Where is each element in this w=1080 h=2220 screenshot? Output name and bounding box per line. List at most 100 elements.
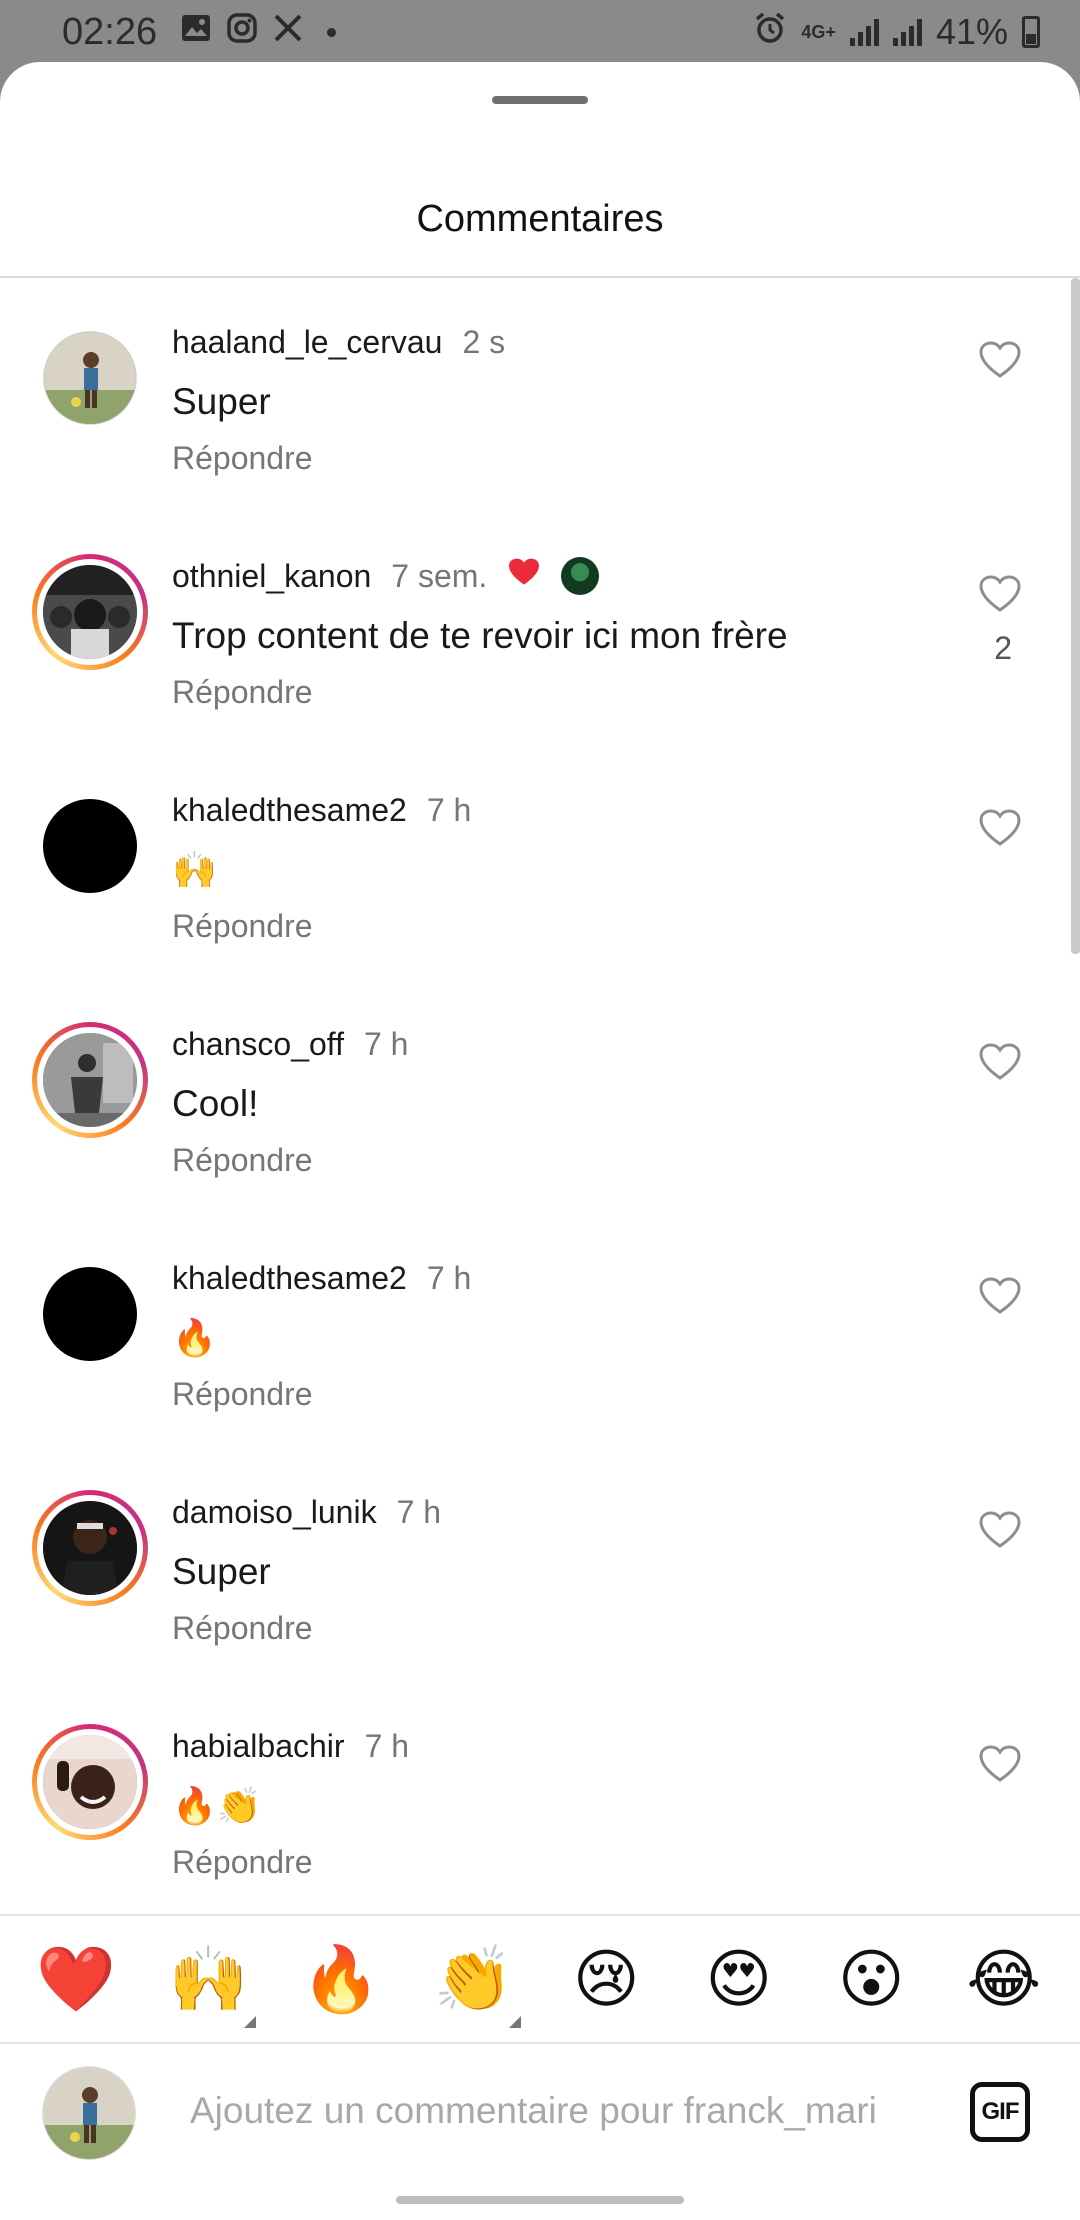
gif-button[interactable]: GIF	[970, 2082, 1030, 2142]
skin-tone-indicator-icon	[508, 2016, 521, 2028]
like-button[interactable]	[978, 808, 1022, 848]
avatar-photo	[43, 1735, 137, 1829]
avatar-photo	[43, 1501, 137, 1595]
comment-time: 7 h	[364, 1727, 410, 1764]
avatar-story-ring[interactable]	[32, 1724, 148, 1840]
alarm-icon	[753, 11, 787, 53]
emoji-clap-button[interactable]: 👏	[429, 1934, 521, 2028]
home-indicator[interactable]	[396, 2196, 684, 2204]
comment-item: chansco_off 7 h Cool! Répondre	[0, 980, 1080, 1214]
comment-text: Trop content de te revoir ici mon frère	[172, 615, 788, 656]
comment-text: 🔥	[172, 1317, 217, 1358]
like-button[interactable]	[978, 1276, 1022, 1316]
emoji-surprised-button[interactable]: 😮	[826, 1934, 916, 2024]
reply-button[interactable]: Répondre	[172, 1142, 940, 1179]
creator-liked-heart-icon	[507, 557, 541, 595]
drag-handle[interactable]	[492, 96, 588, 104]
heart-outline-icon	[979, 809, 1021, 846]
emoji-fire-button[interactable]: 🔥	[296, 1934, 386, 2024]
my-avatar	[42, 2066, 136, 2160]
creator-mini-avatar	[561, 557, 600, 595]
comment-item: khaledthesame2 7 h 🔥 Répondre	[0, 1214, 1080, 1448]
comment-item: habialbachir 7 h 🔥👏 Répondre	[0, 1682, 1080, 1916]
comment-text: Cool!	[172, 1083, 259, 1124]
like-count: 2	[994, 630, 1012, 666]
instagram-icon	[227, 13, 257, 51]
heart-outline-icon	[979, 341, 1021, 378]
heart-outline-icon	[979, 1745, 1021, 1782]
comment-time: 7 h	[396, 1493, 442, 1530]
avatar-photo	[43, 331, 137, 425]
heart-outline-icon	[979, 1277, 1021, 1314]
emoji-quick-bar: ❤️ 🙌 🔥 👏 😢 😍 😮 😂	[0, 1916, 1080, 2042]
gallery-icon	[181, 14, 211, 50]
comment-text: Super	[172, 1551, 271, 1592]
comment-username[interactable]: othniel_kanon	[172, 558, 371, 595]
like-button[interactable]	[978, 340, 1022, 380]
system-indicators: 4G+ 41%	[753, 11, 1040, 53]
comment-username[interactable]: chansco_off	[172, 1026, 344, 1063]
signal-icon-2	[892, 18, 922, 46]
avatar-photo	[43, 565, 137, 659]
comment-time: 2 s	[462, 323, 506, 360]
like-button[interactable]	[978, 574, 1022, 614]
avatar[interactable]	[32, 320, 148, 436]
avatar-photo	[43, 1267, 137, 1361]
comment-text: Super	[172, 381, 271, 422]
heart-outline-icon	[979, 1511, 1021, 1548]
sheet-title: Commentaires	[416, 198, 664, 240]
like-button[interactable]	[978, 1510, 1022, 1550]
comment-composer: Ajoutez un commentaire pour franck_mari …	[0, 2044, 1080, 2184]
status-time: 02:26	[62, 10, 158, 53]
reply-button[interactable]: Répondre	[172, 908, 940, 945]
reply-button[interactable]: Répondre	[172, 1610, 940, 1647]
like-button[interactable]	[978, 1744, 1022, 1784]
like-button[interactable]	[978, 1042, 1022, 1082]
avatar[interactable]	[32, 1256, 148, 1372]
comment-item: khaledthesame2 7 h 🙌 Répondre	[0, 746, 1080, 980]
comment-text: 🙌	[172, 849, 217, 890]
comment-username[interactable]: khaledthesame2	[172, 1260, 407, 1297]
comment-item: damoiso_lunik 7 h Super Répondre	[0, 1448, 1080, 1682]
battery-icon	[1022, 16, 1040, 48]
reply-button[interactable]: Répondre	[172, 1844, 940, 1881]
comment-username[interactable]: haaland_le_cervau	[172, 324, 442, 361]
comment-time: 7 h	[426, 791, 472, 828]
avatar-photo	[43, 1033, 137, 1127]
comment-username[interactable]: damoiso_lunik	[172, 1494, 377, 1531]
emoji-heart-eyes-button[interactable]: 😍	[694, 1934, 784, 2024]
avatar[interactable]	[32, 788, 148, 904]
emoji-clap-label: 👏	[433, 1943, 514, 2015]
skin-tone-indicator-icon	[243, 2016, 256, 2028]
emoji-cry-button[interactable]: 😢	[561, 1934, 651, 2024]
reply-button[interactable]: Répondre	[172, 1376, 940, 1413]
avatar-story-ring[interactable]	[32, 554, 148, 670]
emoji-laugh-button[interactable]: 😂	[959, 1934, 1049, 2024]
status-bar: 02:26 4G+ 41%	[0, 0, 1080, 64]
emoji-raised-hands-label: 🙌	[168, 1943, 249, 2015]
comment-input[interactable]: Ajoutez un commentaire pour franck_mari	[190, 2090, 934, 2132]
comment-item: haaland_le_cervau 2 s Super Répondre	[0, 278, 1080, 512]
signal-icon	[849, 18, 879, 46]
comment-username[interactable]: khaledthesame2	[172, 792, 407, 829]
comment-time: 7 h	[426, 1259, 472, 1296]
emoji-heart-button[interactable]: ❤️	[31, 1934, 121, 2024]
emoji-raised-hands-button[interactable]: 🙌	[164, 1934, 256, 2028]
more-notifications-dot-icon	[327, 27, 337, 37]
comment-time: 7 h	[363, 1025, 409, 1062]
reply-button[interactable]: Répondre	[172, 674, 940, 711]
heart-outline-icon	[979, 575, 1021, 612]
reply-button[interactable]: Répondre	[172, 440, 940, 477]
network-type: 4G+	[801, 21, 836, 42]
avatar-story-ring[interactable]	[32, 1490, 148, 1606]
avatar-photo	[43, 799, 137, 893]
heart-outline-icon	[979, 1043, 1021, 1080]
battery-percent: 41%	[935, 11, 1008, 52]
notification-icons	[181, 13, 337, 51]
x-icon	[273, 13, 303, 51]
comment-text: 🔥👏	[172, 1785, 262, 1826]
comment-item: othniel_kanon 7 sem. Trop content de te …	[0, 512, 1080, 746]
comment-username[interactable]: habialbachir	[172, 1728, 345, 1765]
comment-list[interactable]: haaland_le_cervau 2 s Super Répondre oth…	[0, 278, 1080, 1978]
avatar-story-ring[interactable]	[32, 1022, 148, 1138]
